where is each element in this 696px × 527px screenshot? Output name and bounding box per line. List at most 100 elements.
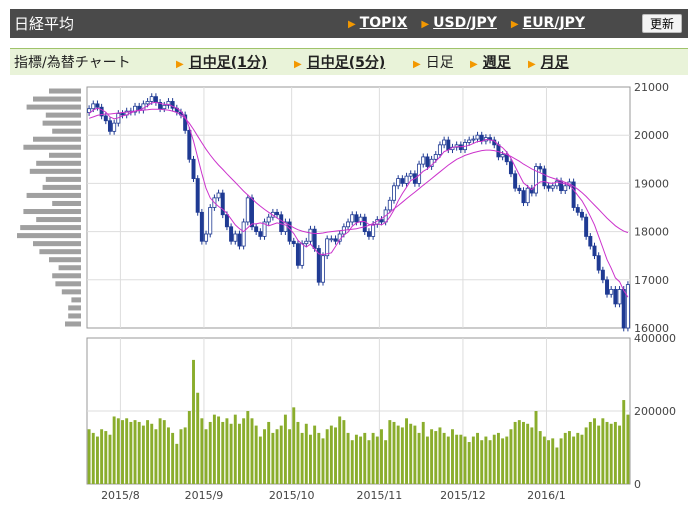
candle-body	[120, 113, 125, 116]
volume-bar	[95, 436, 99, 484]
volume-bar	[309, 434, 312, 484]
volume-bar	[242, 418, 246, 484]
volume-profile-bar	[42, 120, 81, 126]
triangle-right-icon: ▶	[421, 19, 430, 30]
volume-profile-bar	[68, 313, 81, 319]
candle-body	[479, 134, 484, 142]
volume-bar	[534, 411, 538, 484]
volume-bar	[584, 427, 588, 484]
candle-body	[149, 96, 154, 102]
candle-body	[488, 137, 493, 141]
price-tick-label: 19000	[634, 177, 669, 190]
tab-label: 日中足(1分)	[188, 55, 268, 71]
x-tick-label: 2015/8	[101, 489, 140, 502]
tab-label: 日中足(5分)	[306, 55, 386, 71]
volume-bar	[405, 418, 408, 484]
candle-body	[538, 166, 543, 170]
volume-bar	[622, 400, 626, 484]
volume-bar	[463, 436, 467, 484]
candle-body	[433, 154, 438, 160]
candle-body	[362, 216, 367, 232]
volume-bar	[208, 421, 212, 484]
volume-profile-bar	[45, 112, 81, 118]
volume-profile-bar	[52, 128, 81, 134]
candle-body	[350, 214, 355, 223]
chart-tab-bar: 指標/為替チャート ▶ 日中足(1分) ▶ 日中足(5分) ▶ 日足 ▶ 週足 ▶ 月足	[10, 48, 688, 75]
volume-bar	[455, 434, 459, 484]
moving-average-long-line	[88, 108, 629, 234]
volume-bar	[471, 436, 475, 484]
volume-bar	[430, 429, 434, 484]
volume-bar	[388, 420, 392, 484]
eurjpy-link[interactable]: ▶ EUR/JPY	[511, 15, 585, 31]
volume-bar	[166, 427, 170, 484]
volume-bar	[576, 432, 580, 484]
candle-body	[529, 187, 534, 194]
volume-profile-bar	[29, 168, 81, 174]
candle-body	[107, 120, 112, 132]
volume-bar	[275, 429, 279, 484]
volume-bar	[233, 414, 237, 484]
volume-bar	[605, 421, 609, 484]
volume-bar	[396, 425, 400, 484]
usdjpy-link-label: USD/JPY	[433, 15, 497, 31]
candle-body	[621, 289, 626, 329]
tab-weekly[interactable]: ▶ 週足	[470, 52, 511, 72]
candle-body	[492, 139, 497, 146]
volume-bar	[263, 429, 266, 484]
market-links: ▶ TOPIX ▶ USD/JPY ▶ EUR/JPY	[348, 15, 585, 31]
candle-body	[383, 209, 388, 223]
x-tick-label: 2015/12	[440, 489, 486, 502]
volume-bar	[563, 432, 567, 484]
candle-body	[387, 199, 392, 211]
topix-link[interactable]: ▶ TOPIX	[348, 15, 407, 31]
volume-profile-bar	[33, 241, 81, 247]
candle-body	[229, 226, 234, 242]
candle-body	[270, 211, 275, 218]
usdjpy-link[interactable]: ▶ USD/JPY	[421, 15, 497, 31]
volume-bar	[542, 436, 546, 484]
volume-bar	[254, 425, 258, 484]
candle-body	[450, 146, 455, 151]
candle-body	[375, 219, 380, 225]
price-tick-label: 21000	[634, 81, 669, 94]
volume-bar	[346, 432, 350, 484]
volume-bar	[162, 420, 166, 484]
candle-body	[567, 181, 572, 187]
volume-bar	[446, 436, 450, 484]
candle-body	[596, 255, 601, 271]
volume-bar	[392, 421, 396, 484]
volume-bar	[367, 440, 371, 484]
tab-monthly[interactable]: ▶ 月足	[528, 52, 569, 72]
volume-bar	[204, 429, 208, 484]
volume-bar	[196, 392, 200, 484]
price-tick-label: 18000	[634, 226, 669, 239]
volume-profile-bar	[49, 257, 81, 263]
candle-body	[128, 110, 133, 113]
volume-bar	[572, 436, 576, 484]
tab-intraday-5min[interactable]: ▶ 日中足(5分)	[294, 52, 385, 72]
volume-bar	[380, 429, 383, 484]
volume-bar	[601, 418, 605, 484]
volume-bar	[212, 414, 216, 484]
volume-profile-bar	[58, 265, 81, 271]
candle-body	[158, 102, 163, 110]
triangle-right-icon: ▶	[528, 59, 536, 70]
volume-bar	[505, 436, 509, 484]
volume-bar	[417, 432, 421, 484]
volume-bar	[421, 421, 425, 484]
volume-bar	[555, 447, 559, 484]
refresh-button[interactable]: 更新	[642, 14, 682, 33]
tab-intraday-1min[interactable]: ▶ 日中足(1分)	[176, 52, 267, 72]
candle-body	[341, 226, 346, 235]
volume-profile-bar	[23, 144, 81, 150]
volume-profile-bar	[20, 225, 81, 231]
candle-body	[504, 154, 509, 163]
candle-body	[254, 226, 259, 232]
volume-bar	[413, 425, 417, 484]
x-tick-label: 2015/9	[185, 489, 224, 502]
candle-body	[454, 144, 459, 148]
volume-profile-bar	[65, 321, 81, 327]
volume-bar	[317, 432, 321, 484]
volume-bar	[442, 432, 446, 484]
